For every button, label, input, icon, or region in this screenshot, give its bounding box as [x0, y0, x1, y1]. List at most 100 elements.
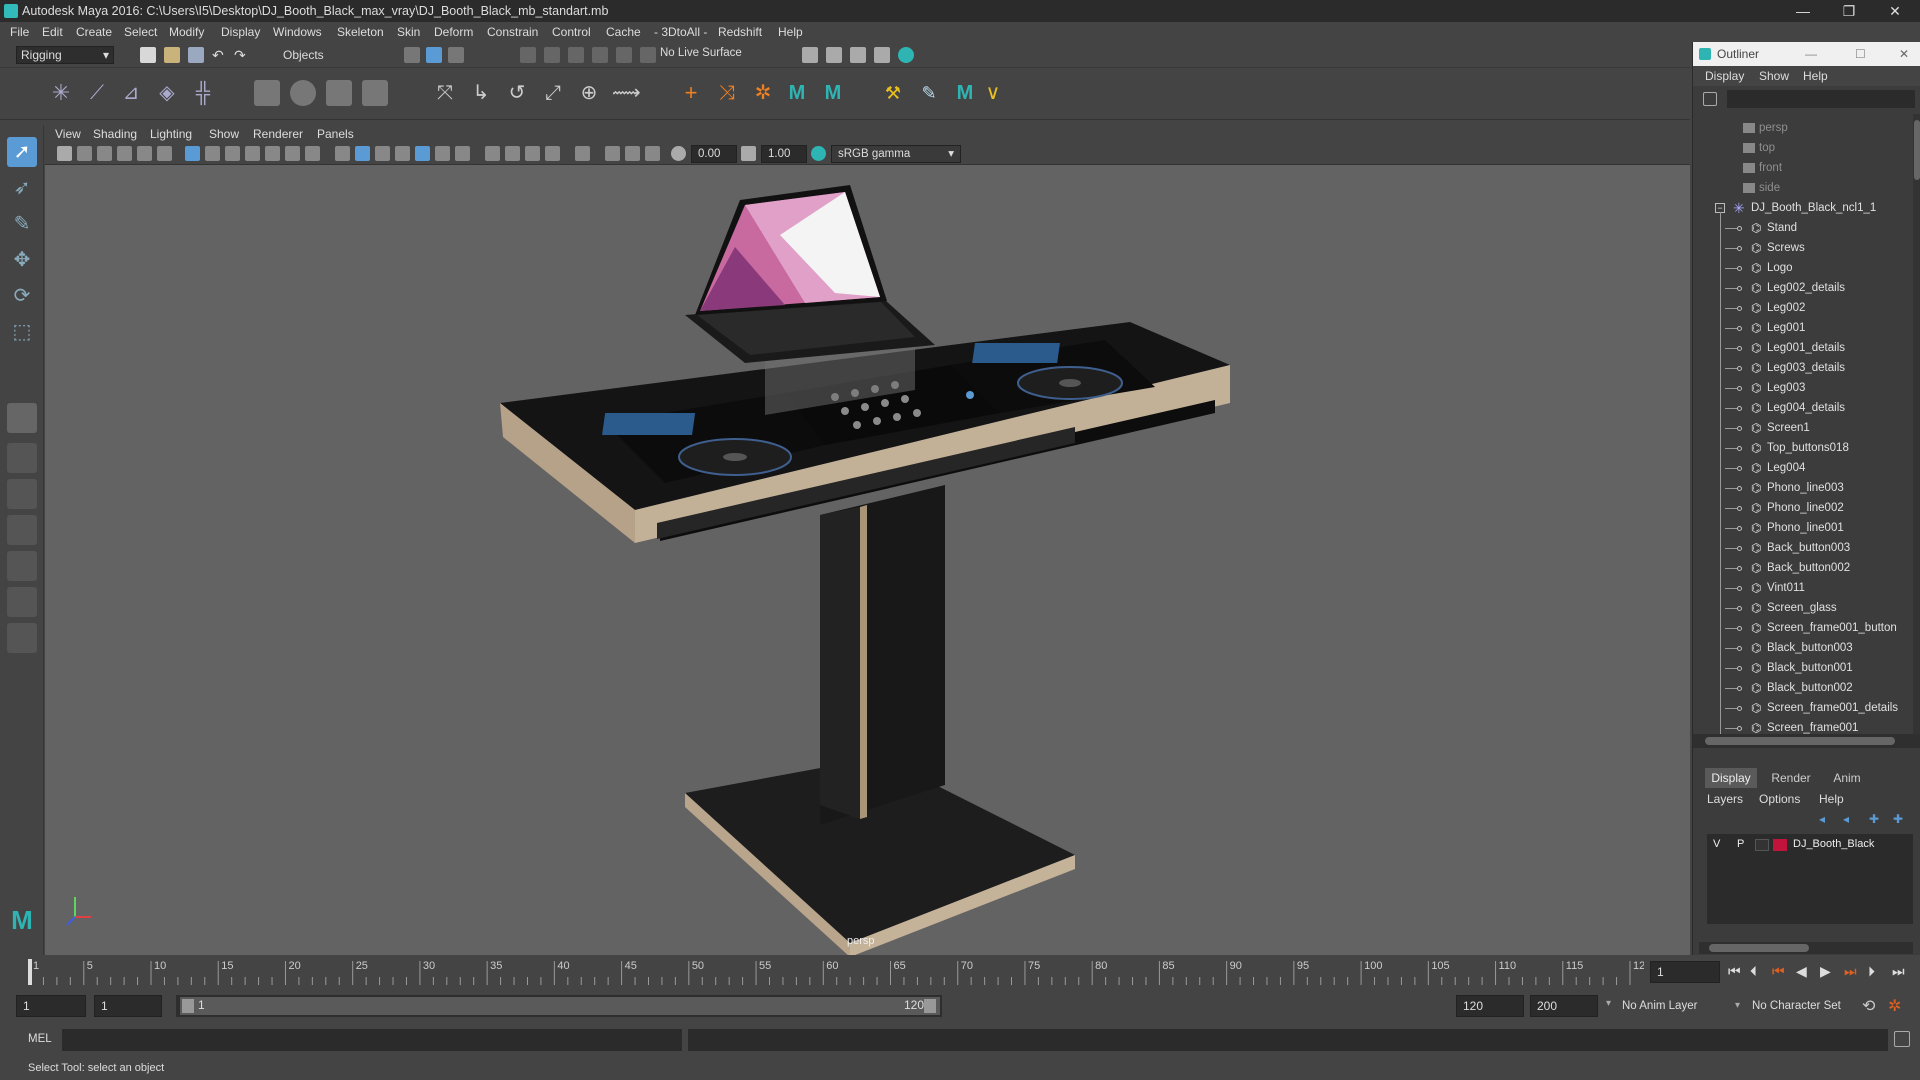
snap-curve-icon[interactable]: [544, 47, 560, 63]
paint-tool-icon[interactable]: ✎: [916, 80, 942, 106]
chevron-down-icon[interactable]: ▾: [1606, 998, 1611, 1009]
new-scene-icon[interactable]: [140, 47, 156, 63]
hik-icon[interactable]: M: [784, 80, 810, 106]
go-to-end-icon[interactable]: ⏭: [1892, 963, 1905, 980]
panel-menu-view[interactable]: View: [55, 125, 81, 143]
layer-color-swatch[interactable]: [1773, 839, 1787, 851]
layer-name[interactable]: DJ_Booth_Black: [1793, 838, 1874, 850]
layer-type-toggle[interactable]: [1755, 839, 1769, 851]
shadows-icon[interactable]: [435, 146, 450, 161]
outliner-item-row[interactable]: ⌬ Leg003_details: [1693, 358, 1913, 378]
menu-skeleton[interactable]: Skeleton: [337, 22, 384, 42]
step-back-icon[interactable]: ⏴: [1750, 963, 1757, 980]
maya-tool-icon[interactable]: M: [952, 80, 978, 106]
outliner-camera-row[interactable]: persp: [1693, 118, 1913, 138]
rotate-tool-icon[interactable]: ⟳: [7, 281, 37, 311]
render-view-icon[interactable]: [898, 47, 914, 63]
color-space-dropdown[interactable]: sRGB gamma ▾: [831, 145, 961, 163]
current-time-marker[interactable]: [28, 959, 32, 985]
wireframe-on-shaded-icon[interactable]: [375, 146, 390, 161]
range-end-field[interactable]: 200: [1530, 995, 1598, 1017]
gamma-field[interactable]: 1.00: [761, 145, 807, 163]
visibility-dot-icon[interactable]: [1737, 606, 1742, 611]
anim-layer-dropdown[interactable]: No Anim Layer ▾: [1622, 995, 1744, 1017]
resolution-gate-icon[interactable]: [225, 146, 240, 161]
step-forward-icon[interactable]: ⏵: [1868, 963, 1875, 980]
paint-weights-icon[interactable]: [326, 80, 352, 106]
outliner-item-row[interactable]: ⌬ Leg004: [1693, 458, 1913, 478]
layer-list[interactable]: V P DJ_Booth_Black: [1707, 834, 1913, 924]
grease-pencil-icon[interactable]: [157, 146, 172, 161]
snap-vertex-icon[interactable]: [640, 47, 656, 63]
uv-editor-layout-icon[interactable]: [7, 623, 37, 653]
step-forward-key-icon[interactable]: ⏭: [1844, 963, 1857, 980]
lasso-tool-icon[interactable]: ➶: [7, 173, 37, 203]
live-surface-label[interactable]: No Live Surface: [660, 47, 742, 59]
lattice-icon[interactable]: ✲: [750, 80, 776, 106]
select-hierarchy-icon[interactable]: [404, 47, 420, 63]
ik-spline-icon[interactable]: ⊿: [118, 80, 144, 106]
outliner-camera-row[interactable]: front: [1693, 158, 1913, 178]
outliner-item-row[interactable]: ⌬ Leg002_details: [1693, 278, 1913, 298]
character-controls-icon[interactable]: M: [820, 80, 846, 106]
range-handle-right[interactable]: [924, 999, 936, 1013]
select-component-icon[interactable]: [448, 47, 464, 63]
joint-tool-icon[interactable]: ✳: [48, 80, 74, 106]
outliner-item-row[interactable]: ⌬ Screen_frame001_details: [1693, 698, 1913, 718]
visibility-dot-icon[interactable]: [1737, 646, 1742, 651]
panel-menu-shading[interactable]: Shading: [93, 125, 137, 143]
snap-surface-icon[interactable]: [616, 47, 632, 63]
perspective-viewport[interactable]: View Shading Lighting Show Renderer Pane…: [45, 125, 1690, 955]
visibility-dot-icon[interactable]: [1737, 706, 1742, 711]
mel-label[interactable]: MEL: [28, 1033, 52, 1045]
visibility-dot-icon[interactable]: [1737, 686, 1742, 691]
hypershade-icon[interactable]: [874, 47, 890, 63]
time-slider[interactable]: 1 5 10 15 20 25 30 35 40 45 50 55 60 65 70 75 80 85 90 95 10…: [0, 955, 1920, 989]
layer-hscrollbar[interactable]: [1699, 942, 1913, 954]
persp-outliner-layout-icon[interactable]: [7, 479, 37, 509]
animation-prefs-icon[interactable]: ✲: [1888, 996, 1901, 1016]
gamma-icon[interactable]: [741, 146, 756, 161]
render-frame-icon[interactable]: [802, 47, 818, 63]
outliner-item-row[interactable]: ⌬ Phono_line002: [1693, 498, 1913, 518]
exposure-icon[interactable]: [671, 146, 686, 161]
safe-action-icon[interactable]: [285, 146, 300, 161]
play-forwards-icon[interactable]: ▶: [1820, 963, 1831, 980]
point-constraint-icon[interactable]: ⤧: [432, 80, 458, 106]
command-input[interactable]: [62, 1029, 682, 1051]
pole-vector-icon[interactable]: ⟿: [612, 80, 641, 106]
visibility-dot-icon[interactable]: [1737, 346, 1742, 351]
single-perspective-layout-icon[interactable]: [7, 403, 37, 433]
visibility-dot-icon[interactable]: [1737, 566, 1742, 571]
xray-joints-icon[interactable]: [605, 146, 620, 161]
field-chart-icon[interactable]: [265, 146, 280, 161]
outliner-item-row[interactable]: ⌬ Screen_frame001_button: [1693, 618, 1913, 638]
move-layer-down-icon[interactable]: ◂: [1843, 812, 1849, 826]
snap-point-icon[interactable]: [568, 47, 584, 63]
outliner-menu-help[interactable]: Help: [1803, 66, 1828, 86]
four-view-layout-icon[interactable]: [7, 443, 37, 473]
outliner-item-row[interactable]: ⌬ Screen_glass: [1693, 598, 1913, 618]
outliner-item-row[interactable]: ⌬ Black_button003: [1693, 638, 1913, 658]
orient-joint-icon[interactable]: ╬: [190, 80, 216, 106]
backface-culling-icon[interactable]: [645, 146, 660, 161]
undo-icon[interactable]: ↶: [212, 47, 228, 63]
menu-windows[interactable]: Windows: [273, 22, 322, 42]
outliner-item-row[interactable]: ⌬ Top_buttons018: [1693, 438, 1913, 458]
visibility-dot-icon[interactable]: [1737, 266, 1742, 271]
persp-graph-layout-icon[interactable]: [7, 515, 37, 545]
current-frame-field[interactable]: 1: [1650, 961, 1720, 983]
ambient-occlusion-icon[interactable]: [485, 146, 500, 161]
select-object-icon[interactable]: [426, 47, 442, 63]
parent-constraint-icon[interactable]: ⊕: [576, 80, 602, 106]
quick-rig-icon[interactable]: ⚒: [880, 80, 906, 106]
outliner-vscrollbar[interactable]: [1913, 114, 1920, 734]
visibility-dot-icon[interactable]: [1737, 386, 1742, 391]
visibility-dot-icon[interactable]: [1737, 506, 1742, 511]
visibility-dot-icon[interactable]: [1737, 306, 1742, 311]
visibility-dot-icon[interactable]: [1737, 486, 1742, 491]
range-slider-handle[interactable]: 1 120: [180, 997, 940, 1015]
smooth-bind-icon[interactable]: [254, 80, 280, 106]
outliner-item-row[interactable]: ⌬ Leg003: [1693, 378, 1913, 398]
menu-modify[interactable]: Modify: [169, 22, 204, 42]
